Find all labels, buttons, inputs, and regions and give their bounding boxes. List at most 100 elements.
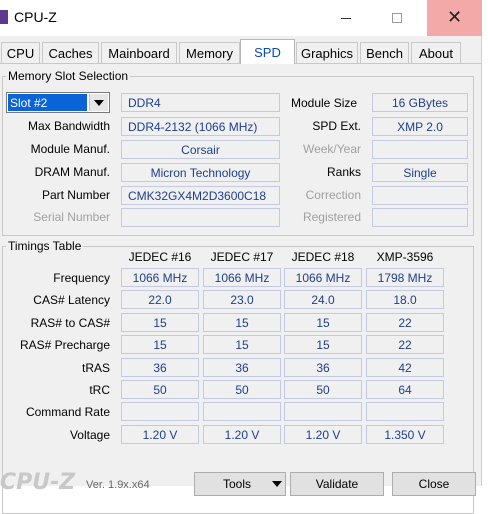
timing-value-field: 24.0 — [284, 290, 362, 309]
timing-value-field: 1066 MHz — [121, 268, 199, 287]
max-bandwidth-label: Max Bandwidth — [27, 119, 110, 133]
correction-label: Correction — [305, 188, 361, 202]
timing-value-field: 36 — [203, 358, 281, 377]
tab-spd[interactable]: SPD — [240, 39, 295, 64]
tools-button-label: Tools — [222, 477, 251, 491]
spd-ext-label: SPD Ext. — [312, 119, 361, 133]
timing-row-label: tRAS — [81, 361, 110, 375]
timing-value-field: 15 — [284, 335, 362, 354]
timing-value-field: 15 — [203, 313, 281, 332]
timings-title: Timings Table — [6, 239, 84, 253]
tab-about[interactable]: About — [411, 42, 461, 63]
timing-value-field: 15 — [121, 313, 199, 332]
chevron-down-icon — [94, 99, 104, 106]
timing-value-field: 1798 MHz — [366, 268, 444, 287]
chevron-down-icon — [271, 481, 282, 487]
column-header: XMP-3596 — [376, 250, 434, 264]
timing-value-field: 18.0 — [366, 290, 444, 309]
timing-value-field: 1.350 V — [366, 425, 444, 444]
timing-row-label: Voltage — [69, 428, 110, 442]
part-number-label: Part Number — [41, 188, 110, 202]
timing-row-label: tRC — [89, 383, 110, 397]
column-header: JEDEC #16 — [128, 250, 192, 264]
version-label: Ver. 1.9x.x64 — [86, 479, 150, 491]
timing-value-field: 36 — [121, 358, 199, 377]
validate-button[interactable]: Validate — [290, 472, 384, 496]
maximize-icon — [391, 13, 402, 23]
column-header: JEDEC #18 — [291, 250, 355, 264]
cpuz-window: CPU-Z ✕ CPU Caches Mainboard Memory SPD … — [0, 0, 482, 514]
close-icon: ✕ — [446, 7, 463, 28]
registered-field — [372, 208, 468, 227]
ranks-field: Single — [372, 163, 468, 182]
serial-number-label: Serial Number — [33, 210, 110, 224]
part-number-field: CMK32GX4M2D3600C18 — [121, 186, 280, 205]
tab-bar: CPU Caches Mainboard Memory SPD Graphics… — [0, 39, 482, 64]
tab-cpu[interactable]: CPU — [1, 42, 40, 63]
timing-row-label: CAS# Latency — [33, 293, 110, 307]
slot-select-value: Slot #2 — [8, 94, 87, 111]
dram-manuf-field: Micron Technology — [121, 163, 280, 182]
module-manuf-label: Module Manuf. — [30, 142, 110, 156]
timing-value-field: 15 — [121, 335, 199, 354]
timing-value-field: 1066 MHz — [203, 268, 281, 287]
tools-dropdown-button[interactable] — [268, 472, 286, 496]
timing-row-label: RAS# Precharge — [19, 338, 110, 352]
maximize-button[interactable] — [374, 0, 419, 36]
timing-value-field: 50 — [203, 380, 281, 399]
timing-value-field: 50 — [121, 380, 199, 399]
app-icon — [0, 10, 8, 24]
close-button-label: Close — [418, 477, 450, 491]
minimize-button[interactable] — [323, 0, 368, 36]
timing-value-field: 1.20 V — [203, 425, 281, 444]
timing-value-field: 1066 MHz — [284, 268, 362, 287]
timing-value-field: 1.20 V — [284, 425, 362, 444]
week-year-label: Week/Year — [302, 142, 361, 156]
max-bandwidth-field: DDR4-2132 (1066 MHz) — [121, 117, 280, 136]
timing-value-field: 23.0 — [203, 290, 281, 309]
cpuz-logo: CPU-Z — [0, 470, 76, 495]
dram-manuf-label: DRAM Manuf. — [34, 165, 110, 179]
close-window-button[interactable]: ✕ — [427, 0, 482, 36]
timing-row-label: Command Rate — [25, 405, 110, 419]
registered-label: Registered — [302, 210, 361, 224]
title-bar[interactable]: CPU-Z ✕ — [0, 0, 482, 36]
slot-select[interactable]: Slot #2 — [6, 92, 110, 113]
tab-mainboard[interactable]: Mainboard — [101, 42, 177, 63]
timing-value-field: 1.20 V — [121, 425, 199, 444]
timing-value-field: 22.0 — [121, 290, 199, 309]
window-title: CPU-Z — [14, 9, 57, 25]
timing-value-field: 50 — [284, 380, 362, 399]
tab-caches[interactable]: Caches — [42, 42, 99, 63]
timing-value-field: 42 — [366, 358, 444, 377]
tab-bench[interactable]: Bench — [360, 42, 409, 63]
close-button[interactable]: Close — [392, 472, 476, 496]
timing-row-label: Frequency — [53, 271, 110, 285]
timing-value-field — [121, 402, 199, 421]
minimize-icon — [340, 17, 351, 19]
module-size-field: 16 GBytes — [372, 93, 468, 112]
timing-value-field — [203, 402, 281, 421]
timing-value-field: 22 — [366, 335, 444, 354]
timing-value-field: 15 — [203, 335, 281, 354]
tab-memory[interactable]: Memory — [179, 42, 240, 63]
tab-graphics[interactable]: Graphics — [296, 42, 358, 63]
module-manuf-field: Corsair — [121, 140, 280, 159]
timing-value-field: 22 — [366, 313, 444, 332]
validate-button-label: Validate — [315, 477, 359, 491]
timing-value-field: 15 — [284, 313, 362, 332]
week-year-field — [372, 140, 468, 159]
spd-ext-field: XMP 2.0 — [372, 117, 468, 136]
slot-selection-title: Memory Slot Selection — [6, 69, 131, 83]
memory-type-field: DDR4 — [121, 93, 280, 112]
module-size-label: Module Size — [291, 96, 358, 110]
timing-row-label: RAS# to CAS# — [30, 316, 110, 330]
timing-value-field — [366, 402, 444, 421]
dropdown-arrow-button[interactable] — [89, 94, 108, 111]
ranks-label: Ranks — [326, 165, 361, 179]
timing-value-field: 64 — [366, 380, 444, 399]
timing-value-field — [284, 402, 362, 421]
correction-field — [372, 186, 468, 205]
timing-value-field: 36 — [284, 358, 362, 377]
column-header: JEDEC #17 — [210, 250, 274, 264]
